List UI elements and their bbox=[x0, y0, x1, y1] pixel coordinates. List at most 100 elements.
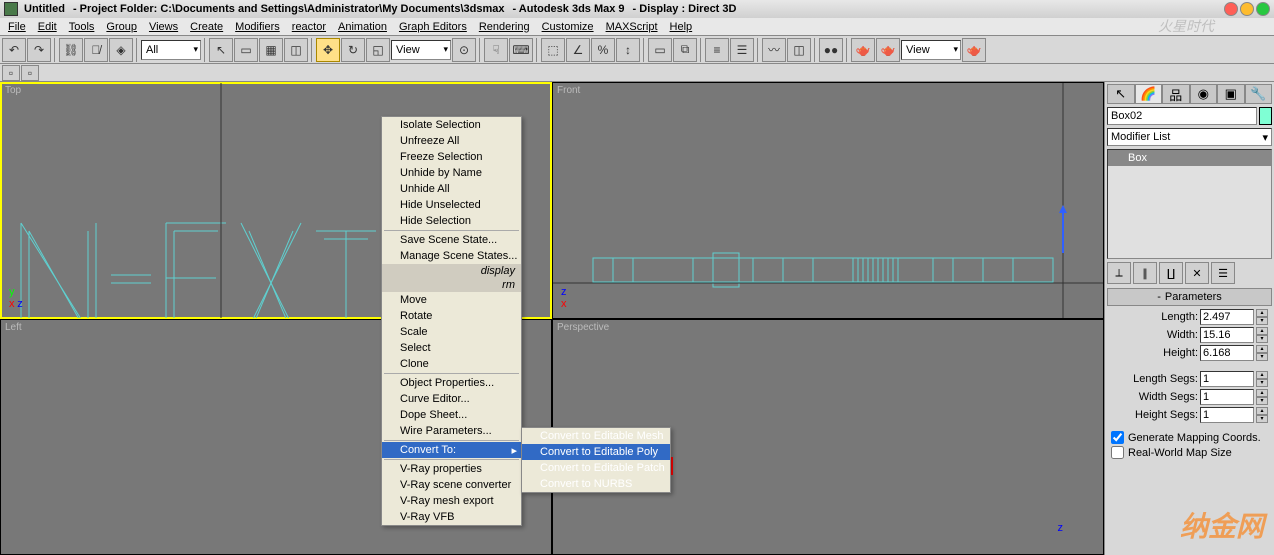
menu-help[interactable]: Help bbox=[664, 19, 699, 35]
ctx-convert-nurbs[interactable]: Convert to NURBS bbox=[522, 476, 670, 492]
ctx-clone[interactable]: Clone bbox=[382, 356, 521, 372]
ctx-convert-editable-patch[interactable]: Convert to Editable Patch bbox=[522, 460, 670, 476]
select-button[interactable]: ↖ bbox=[209, 38, 233, 62]
modifier-list-dropdown[interactable]: Modifier List bbox=[1107, 128, 1272, 146]
menu-modifiers[interactable]: Modifiers bbox=[229, 19, 286, 35]
pin-stack-button[interactable]: ⟂ bbox=[1107, 262, 1131, 284]
height-segs-spinner[interactable]: ▴▾ bbox=[1256, 407, 1268, 423]
ctx-convert-editable-poly[interactable]: Convert to Editable Poly bbox=[522, 444, 670, 460]
scale-button[interactable]: ◱ bbox=[366, 38, 390, 62]
menu-maxscript[interactable]: MAXScript bbox=[600, 19, 664, 35]
menu-edit[interactable]: Edit bbox=[32, 19, 63, 35]
window-crossing-button[interactable]: ◫ bbox=[284, 38, 308, 62]
ctx-vray-vfb[interactable]: V-Ray VFB bbox=[382, 509, 521, 525]
menu-rendering[interactable]: Rendering bbox=[473, 19, 536, 35]
ctx-curve-editor[interactable]: Curve Editor... bbox=[382, 391, 521, 407]
quick-render-button[interactable]: 🫖 bbox=[876, 38, 900, 62]
ctx-vray-properties[interactable]: V-Ray properties bbox=[382, 461, 521, 477]
tab-hierarchy[interactable]: 品 bbox=[1162, 84, 1190, 104]
reactor-button-1[interactable]: ▫ bbox=[2, 65, 20, 81]
unlink-button[interactable]: ⛓̸ bbox=[84, 38, 108, 62]
ctx-isolate-selection[interactable]: Isolate Selection bbox=[382, 117, 521, 133]
close-button[interactable] bbox=[1224, 2, 1238, 16]
ctx-select[interactable]: Select bbox=[382, 340, 521, 356]
reactor-button-2[interactable]: ▫ bbox=[21, 65, 39, 81]
manipulate-button[interactable]: ☟ bbox=[484, 38, 508, 62]
schematic-button[interactable]: ◫ bbox=[787, 38, 811, 62]
keyboard-button[interactable]: ⌨ bbox=[509, 38, 533, 62]
modifier-stack[interactable]: Box bbox=[1107, 149, 1272, 259]
length-input[interactable] bbox=[1200, 309, 1254, 325]
ctx-convert-editable-mesh[interactable]: Convert to Editable Mesh bbox=[522, 428, 670, 444]
align-button[interactable]: ≡ bbox=[705, 38, 729, 62]
move-button[interactable]: ✥ bbox=[316, 38, 340, 62]
snap-percent-button[interactable]: % bbox=[591, 38, 615, 62]
menu-animation[interactable]: Animation bbox=[332, 19, 393, 35]
ctx-move[interactable]: Move bbox=[382, 292, 521, 308]
make-unique-button[interactable]: ∐ bbox=[1159, 262, 1183, 284]
bind-button[interactable]: ◈ bbox=[109, 38, 133, 62]
link-button[interactable]: ⛓ bbox=[59, 38, 83, 62]
ctx-hide-selection[interactable]: Hide Selection bbox=[382, 213, 521, 229]
width-input[interactable] bbox=[1200, 327, 1254, 343]
ctx-scale[interactable]: Scale bbox=[382, 324, 521, 340]
render-button[interactable]: 🫖 bbox=[962, 38, 986, 62]
length-segs-spinner[interactable]: ▴▾ bbox=[1256, 371, 1268, 387]
ctx-unhide-all[interactable]: Unhide All bbox=[382, 181, 521, 197]
remove-modifier-button[interactable]: ✕ bbox=[1185, 262, 1209, 284]
width-segs-spinner[interactable]: ▴▾ bbox=[1256, 389, 1268, 405]
stack-item-box[interactable]: Box bbox=[1108, 150, 1271, 166]
ctx-convert-to[interactable]: Convert To: Convert to Editable Mesh Con… bbox=[382, 442, 521, 458]
ctx-hide-unselected[interactable]: Hide Unselected bbox=[382, 197, 521, 213]
ctx-wire-parameters[interactable]: Wire Parameters... bbox=[382, 423, 521, 439]
width-segs-input[interactable] bbox=[1200, 389, 1254, 405]
ctx-object-properties[interactable]: Object Properties... bbox=[382, 375, 521, 391]
object-name-input[interactable] bbox=[1107, 107, 1257, 125]
named-sel-button[interactable]: ▭ bbox=[648, 38, 672, 62]
menu-reactor[interactable]: reactor bbox=[286, 19, 332, 35]
curve-editor-button[interactable]: 〰 bbox=[762, 38, 786, 62]
tab-motion[interactable]: ◉ bbox=[1190, 84, 1218, 104]
object-color-swatch[interactable] bbox=[1259, 107, 1272, 125]
selection-filter-dropdown[interactable]: All bbox=[141, 40, 201, 60]
minimize-button[interactable] bbox=[1240, 2, 1254, 16]
show-end-result-button[interactable]: ∥ bbox=[1133, 262, 1157, 284]
height-spinner[interactable]: ▴▾ bbox=[1256, 345, 1268, 361]
menu-tools[interactable]: Tools bbox=[63, 19, 101, 35]
rotate-button[interactable]: ↻ bbox=[341, 38, 365, 62]
ctx-vray-scene-converter[interactable]: V-Ray scene converter bbox=[382, 477, 521, 493]
menu-group[interactable]: Group bbox=[100, 19, 143, 35]
configure-sets-button[interactable]: ☰ bbox=[1211, 262, 1235, 284]
redo-button[interactable]: ↷ bbox=[27, 38, 51, 62]
layers-button[interactable]: ☰ bbox=[730, 38, 754, 62]
select-name-button[interactable]: ▭ bbox=[234, 38, 258, 62]
rollout-parameters[interactable]: -Parameters bbox=[1107, 288, 1272, 306]
pivot-button[interactable]: ⊙ bbox=[452, 38, 476, 62]
render-scene-button[interactable]: 🫖 bbox=[851, 38, 875, 62]
material-button[interactable]: ●● bbox=[819, 38, 843, 62]
length-spinner[interactable]: ▴▾ bbox=[1256, 309, 1268, 325]
ctx-unhide-by-name[interactable]: Unhide by Name bbox=[382, 165, 521, 181]
ctx-rotate[interactable]: Rotate bbox=[382, 308, 521, 324]
menu-graph-editors[interactable]: Graph Editors bbox=[393, 19, 473, 35]
ctx-dope-sheet[interactable]: Dope Sheet... bbox=[382, 407, 521, 423]
undo-button[interactable]: ↶ bbox=[2, 38, 26, 62]
height-segs-input[interactable] bbox=[1200, 407, 1254, 423]
gen-mapping-checkbox[interactable] bbox=[1111, 431, 1124, 444]
snap-2d-button[interactable]: ⬚ bbox=[541, 38, 565, 62]
ctx-vray-mesh-export[interactable]: V-Ray mesh export bbox=[382, 493, 521, 509]
tab-utilities[interactable]: 🔧 bbox=[1245, 84, 1273, 104]
menu-create[interactable]: Create bbox=[184, 19, 229, 35]
ctx-manage-scene-states[interactable]: Manage Scene States... bbox=[382, 248, 521, 264]
tab-create[interactable]: ↖ bbox=[1107, 84, 1135, 104]
menu-file[interactable]: File bbox=[2, 19, 32, 35]
viewport-front[interactable]: Front bbox=[552, 82, 1104, 319]
snap-angle-button[interactable]: ∠ bbox=[566, 38, 590, 62]
ctx-freeze-selection[interactable]: Freeze Selection bbox=[382, 149, 521, 165]
ctx-save-scene-state[interactable]: Save Scene State... bbox=[382, 232, 521, 248]
tab-display[interactable]: ▣ bbox=[1217, 84, 1245, 104]
menu-views[interactable]: Views bbox=[143, 19, 184, 35]
ref-coord-dropdown[interactable]: View bbox=[391, 40, 451, 60]
width-spinner[interactable]: ▴▾ bbox=[1256, 327, 1268, 343]
real-world-checkbox[interactable] bbox=[1111, 446, 1124, 459]
